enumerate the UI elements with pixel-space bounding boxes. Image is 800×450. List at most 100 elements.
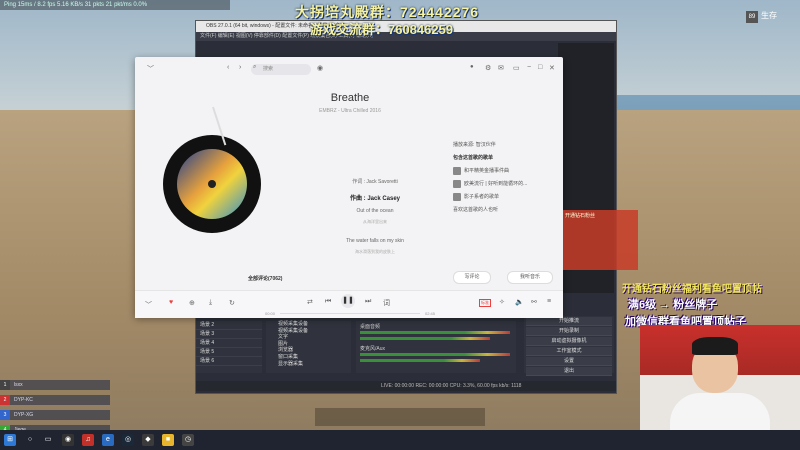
playlist-name: 和平精英金播事件曲 [464, 168, 510, 174]
progress-bar[interactable] [280, 313, 420, 314]
listen-music-label: 我听音乐 [519, 274, 540, 280]
party-num: 1 [0, 380, 10, 390]
party-name: DYP-XG [14, 412, 34, 418]
search-icon: ⌕ [253, 64, 257, 70]
scene-item[interactable]: 场景 6 [196, 357, 262, 366]
playlist-item[interactable]: 和平精英金播事件曲 [453, 165, 563, 178]
song-title: Breathe [330, 92, 370, 104]
mini-mode-icon[interactable]: ▭ [513, 64, 520, 72]
game-taskbar-icon[interactable]: ■ [162, 434, 174, 446]
source-item[interactable]: 窗口采集 [266, 354, 351, 361]
party-member: 1 lsxx [0, 380, 110, 390]
album-cover [177, 149, 247, 219]
lyric-translation: 从海洋里出来 [363, 219, 387, 224]
collapse-icon[interactable]: ﹀ [147, 64, 154, 74]
lyric-translation: 海水滑落到我的皮肤上 [355, 249, 395, 254]
search-placeholder: 搜索 [263, 66, 274, 72]
clock-taskbar-icon[interactable]: ◷ [182, 434, 194, 446]
mixer-mic-label: 麦克风/Aux [360, 346, 386, 352]
search-taskbar-icon[interactable]: ○ [24, 434, 36, 446]
close-icon[interactable]: ✕ [549, 64, 555, 72]
obs-taskbar-icon[interactable]: ◉ [62, 434, 74, 446]
write-comment-button[interactable]: 写评论 [453, 271, 491, 284]
loop-icon[interactable]: ⇄ [307, 298, 313, 306]
compass-bar [315, 408, 485, 426]
scene-item[interactable]: 场景 3 [196, 330, 262, 339]
playlist-queue-icon[interactable]: ≡ [547, 298, 551, 305]
mail-icon[interactable]: ✉ [498, 64, 504, 72]
playlist-thumb [453, 179, 461, 188]
scene-item[interactable]: 场景 4 [196, 339, 262, 348]
user-icon[interactable]: ● [470, 64, 474, 70]
download-icon[interactable]: ⤓ [209, 299, 212, 307]
streamer-hair [692, 337, 738, 355]
like-heart-icon[interactable]: ♥ [169, 299, 173, 306]
playlist-name: 影子系者的歌单 [464, 194, 500, 200]
steam-taskbar-icon[interactable]: ◎ [122, 434, 134, 446]
play-source[interactable]: 播放来源: 智汉伙伴 [453, 139, 563, 152]
source-item[interactable]: 文字 [266, 334, 351, 341]
disc-center [208, 180, 216, 188]
source-item[interactable]: 浏览器 [266, 347, 351, 354]
netease-music-taskbar-icon[interactable]: ♫ [82, 434, 94, 446]
mic-audio-slider[interactable] [360, 359, 480, 362]
obs-audio-mixer: 桌面音频 麦克风/Aux [356, 321, 516, 373]
party-name: lsxx [14, 382, 23, 388]
exit-button[interactable]: 退出 [526, 367, 612, 376]
playlist-item[interactable]: 影子系者的歌单 [453, 191, 563, 204]
scene-item[interactable]: 场景 5 [196, 348, 262, 357]
forward-icon[interactable]: › [239, 64, 241, 71]
promo-card: 开通钻石粉丝 [563, 210, 638, 270]
windows-taskbar: ⊞ ○ ▭ ◉ ♫ e ◎ ◆ ■ ◷ [0, 430, 800, 450]
party-name: DYP-KC [14, 397, 33, 403]
quality-badge[interactable]: 标准 [479, 299, 491, 307]
back-icon[interactable]: ‹ [227, 64, 229, 71]
source-item[interactable]: 显示器采集 [266, 361, 351, 368]
promo-line-2: 满6级 → 粉丝牌子 [628, 299, 718, 311]
task-view-icon[interactable]: ▭ [42, 434, 54, 446]
song-side-panel: 播放来源: 智汉伙伴 包含这首歌的歌单 和平精英金播事件曲 欧美流行 | 好听到… [453, 139, 563, 217]
album-disc [163, 135, 261, 233]
start-icon[interactable]: ⊞ [4, 434, 16, 446]
lyric-line: 作词 : Jack Savoretti [352, 179, 398, 185]
start-recording-button[interactable]: 开始录制 [526, 327, 612, 336]
next-icon[interactable]: ⏭ [365, 298, 371, 306]
browser-taskbar-icon[interactable]: e [102, 434, 114, 446]
party-num: 2 [0, 395, 10, 405]
lyric-line: The water falls on my skin [346, 238, 404, 244]
also-liked-header[interactable]: 喜欢这首歌的人也听 [453, 204, 563, 217]
obs-scenes-panel: 场景 2 场景 3 场景 4 场景 5 场景 6 [196, 321, 262, 373]
collapse-down-icon[interactable]: ﹀ [145, 300, 152, 310]
previous-icon[interactable]: ⏮ [325, 298, 331, 306]
mic-icon[interactable]: ◉ [317, 64, 323, 72]
save-badge-icon: 89 [746, 11, 758, 23]
minimize-icon[interactable]: − [527, 64, 531, 71]
comments-count[interactable]: 全部评论(7062) [248, 275, 282, 282]
desktop-audio-slider[interactable] [360, 337, 490, 340]
search-input[interactable]: 搜索 [251, 64, 311, 75]
music-title-bar: ﹀ ‹ › 搜索 ⌕ ◉ ● ⚙ ✉ ▭ − □ ✕ [135, 57, 563, 81]
settings-button[interactable]: 设置 [526, 357, 612, 366]
app-taskbar-icon[interactable]: ◆ [142, 434, 154, 446]
volume-icon[interactable]: 🔈 [515, 298, 524, 306]
save-badge: 89 生存 [746, 9, 791, 23]
playlists-header: 包含这首歌的歌单 [453, 155, 494, 161]
sound-effect-icon[interactable]: ✧ [499, 298, 505, 306]
collect-icon[interactable]: ⊕ [189, 299, 195, 307]
settings-gear-icon[interactable]: ⚙ [485, 64, 491, 72]
song-meta[interactable]: EMBRZ - Ultra Chilled 2016 [265, 108, 435, 114]
listen-together-icon[interactable]: ⚯ [531, 298, 537, 306]
start-streaming-button[interactable]: 开始推流 [526, 317, 612, 326]
lyrics-icon[interactable]: 词 [383, 298, 390, 308]
source-item[interactable]: 视频采集设备 [266, 321, 351, 328]
maximize-icon[interactable]: □ [538, 64, 542, 71]
playlist-item[interactable]: 欧美流行 | 好听到能循环的... [453, 178, 563, 191]
share-icon[interactable]: ↻ [229, 299, 235, 307]
scene-item[interactable]: 场景 2 [196, 321, 262, 330]
virtual-camera-button[interactable]: 启动虚拟摄像机 [526, 337, 612, 346]
party-member: 2 DYP-KC [0, 395, 110, 405]
studio-mode-button[interactable]: 工作室模式 [526, 347, 612, 356]
listen-music-button[interactable]: 我听音乐 [507, 271, 553, 284]
player-controls-bar: ﹀ ♥ ⊕ ⤓ ↻ ⇄ ⏮ ❚❚ ⏭ 词 00:00 02:45 标准 ✧ 🔈 … [135, 290, 563, 318]
play-pause-button[interactable]: ❚❚ [341, 294, 355, 308]
